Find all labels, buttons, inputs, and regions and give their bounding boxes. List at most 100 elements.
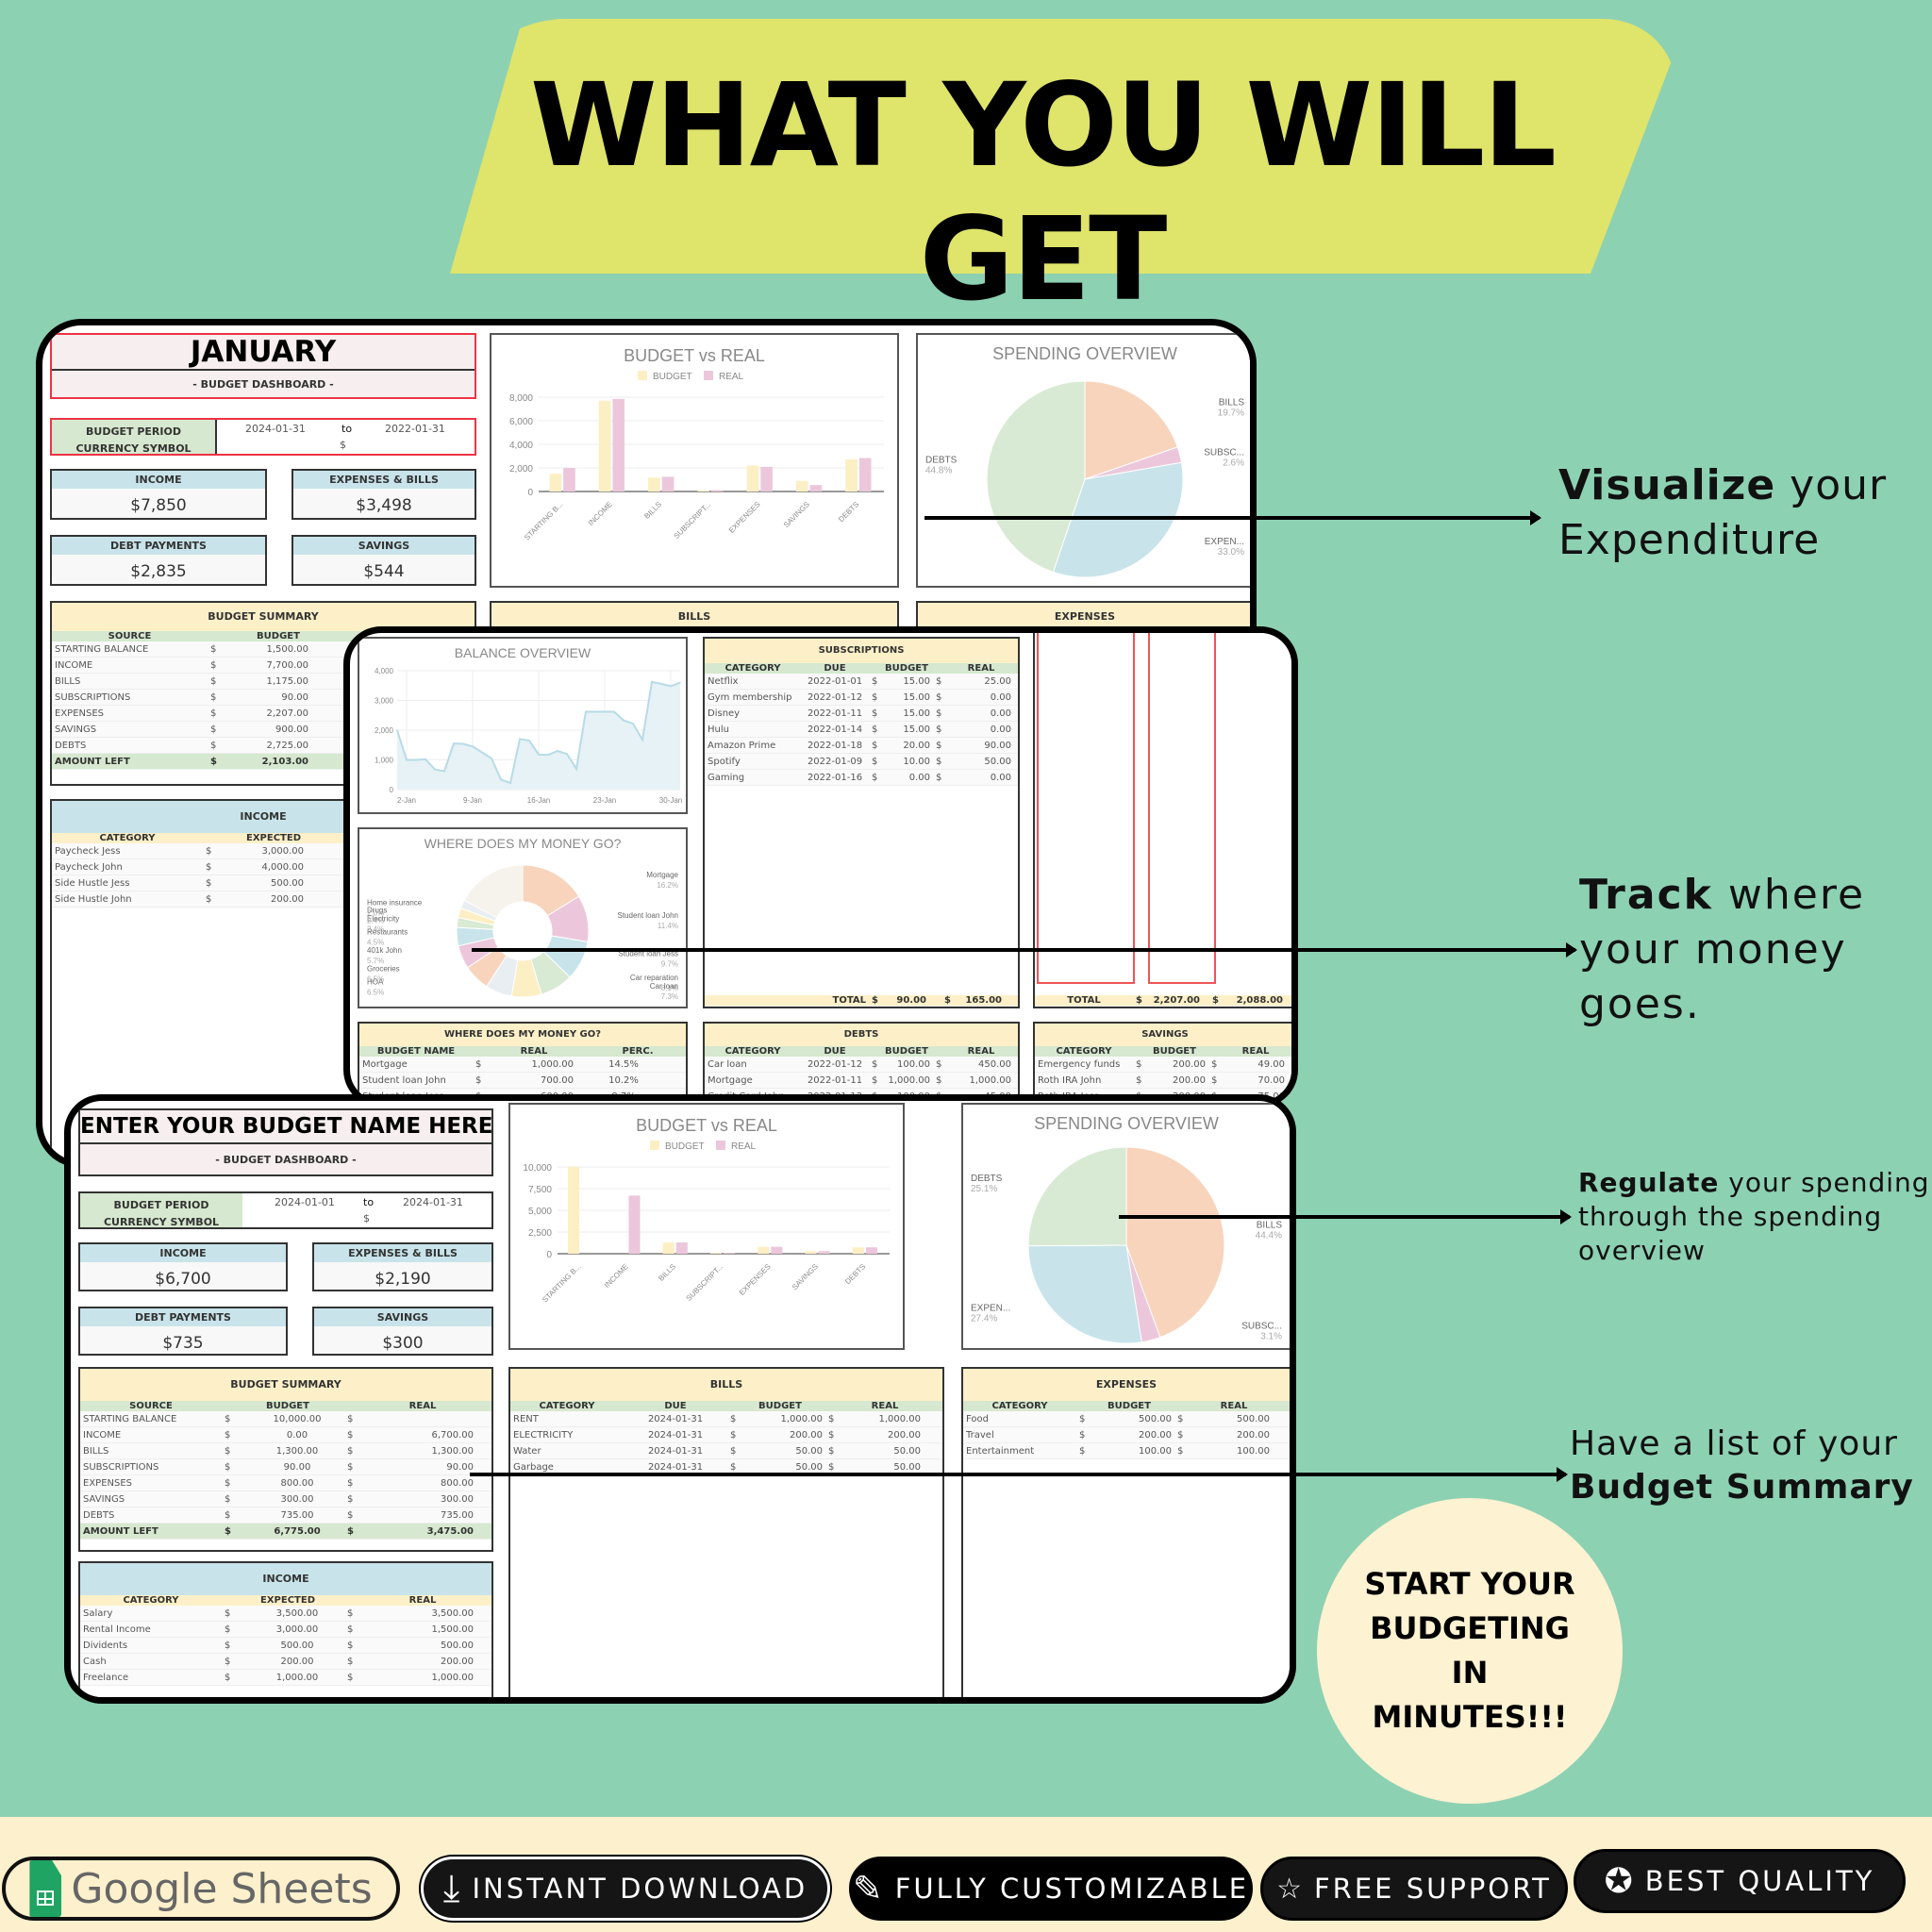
table-cell[interactable]: 200.00: [750, 1427, 825, 1442]
table-cell[interactable]: 200.00: [1197, 1427, 1273, 1442]
table-cell[interactable]: Amazon Prime: [705, 738, 801, 753]
table-cell[interactable]: $: [208, 722, 226, 737]
table-cell[interactable]: BILLS: [80, 1443, 222, 1458]
dashboard-name[interactable]: ENTER YOUR BUDGET NAME HERE: [80, 1110, 491, 1144]
table-cell[interactable]: EXPENSES: [52, 706, 208, 721]
table-cell[interactable]: 0.00: [961, 722, 1014, 737]
table-cell[interactable]: $: [869, 738, 882, 753]
table-cell[interactable]: $: [344, 1622, 373, 1637]
table-cell[interactable]: $: [344, 1475, 373, 1491]
table-cell[interactable]: 450.00: [961, 1057, 1014, 1072]
table-cell[interactable]: $: [727, 1427, 750, 1442]
period-end[interactable]: 2024-01-31: [403, 1196, 463, 1208]
table-cell[interactable]: 1,500.00: [373, 1622, 476, 1637]
table-cell[interactable]: $: [869, 770, 882, 785]
table-cell[interactable]: Side Hustle John: [52, 891, 203, 907]
table-cell[interactable]: 15.00: [882, 674, 933, 689]
table-cell[interactable]: 1,000.00: [750, 1411, 825, 1426]
table-cell[interactable]: $: [222, 1507, 250, 1523]
table-cell[interactable]: 1,000.00: [882, 1073, 933, 1088]
table-cell[interactable]: 100.00: [882, 1057, 933, 1072]
table-cell[interactable]: $: [203, 875, 222, 891]
table-cell[interactable]: 2022-01-01: [801, 674, 869, 689]
table-cell[interactable]: 2,207.00: [226, 706, 311, 721]
table-cell[interactable]: SUBSCRIPTIONS: [52, 690, 208, 705]
table-cell[interactable]: $: [933, 690, 961, 705]
table-cell[interactable]: $: [869, 690, 882, 705]
table-cell[interactable]: 2,725.00: [226, 738, 311, 753]
table-cell[interactable]: $: [344, 1670, 373, 1685]
table-cell[interactable]: $: [344, 1443, 373, 1458]
table-cell[interactable]: Emergency funds: [1035, 1057, 1133, 1072]
table-cell[interactable]: $: [1174, 1443, 1197, 1458]
table-cell[interactable]: 735.00: [373, 1507, 476, 1523]
table-cell[interactable]: Entertainment: [963, 1443, 1076, 1458]
table-cell[interactable]: 0.00: [882, 770, 933, 785]
currency-symbol[interactable]: $: [363, 1212, 370, 1224]
table-cell[interactable]: 200.00: [373, 1654, 476, 1669]
table-cell[interactable]: 500.00: [1099, 1411, 1174, 1426]
table-cell[interactable]: [373, 1411, 476, 1426]
table-cell[interactable]: Side Hustle Jess: [52, 875, 203, 891]
table-cell[interactable]: SAVINGS: [52, 722, 208, 737]
table-cell[interactable]: INCOME: [80, 1427, 222, 1442]
table-cell[interactable]: $: [727, 1443, 750, 1458]
table-cell[interactable]: $: [825, 1411, 848, 1426]
table-cell[interactable]: $: [1076, 1443, 1099, 1458]
table-cell[interactable]: $: [208, 738, 226, 753]
table-cell[interactable]: 10.2%: [576, 1073, 671, 1088]
table-cell[interactable]: $: [1133, 1073, 1148, 1088]
table-cell[interactable]: $: [1076, 1427, 1099, 1442]
table-cell[interactable]: $: [727, 1411, 750, 1426]
table-cell[interactable]: 200.00: [250, 1654, 344, 1669]
table-cell[interactable]: 15.00: [882, 706, 933, 721]
table-cell[interactable]: 800.00: [250, 1475, 344, 1491]
table-cell[interactable]: 0.00: [961, 770, 1014, 785]
table-cell[interactable]: 2022-01-12: [801, 1057, 869, 1072]
table-cell[interactable]: Rental Income: [80, 1622, 222, 1637]
table-cell[interactable]: DEBTS: [80, 1507, 222, 1523]
table-cell[interactable]: 10,000.00: [250, 1411, 344, 1426]
table-cell[interactable]: $: [869, 754, 882, 769]
table-cell[interactable]: $: [203, 891, 222, 907]
period-start[interactable]: 2024-01-31: [245, 423, 306, 435]
table-cell[interactable]: 4,000.00: [222, 859, 307, 874]
table-cell[interactable]: 3,500.00: [373, 1606, 476, 1621]
table-cell[interactable]: 2,103.00: [226, 754, 311, 769]
table-cell[interactable]: $: [208, 706, 226, 721]
table-cell[interactable]: 2022-01-12: [801, 690, 869, 705]
table-cell[interactable]: $: [1076, 1411, 1099, 1426]
table-cell[interactable]: $: [1133, 1057, 1148, 1072]
table-cell[interactable]: 50.00: [961, 754, 1014, 769]
table-cell[interactable]: 2022-01-11: [801, 1073, 869, 1088]
table-cell[interactable]: $: [208, 658, 226, 673]
table-cell[interactable]: $: [222, 1475, 250, 1491]
table-cell[interactable]: $: [344, 1507, 373, 1523]
table-cell[interactable]: Spotify: [705, 754, 801, 769]
table-cell[interactable]: 1,500.00: [226, 641, 311, 657]
table-cell[interactable]: 0.00: [961, 706, 1014, 721]
table-cell[interactable]: $: [933, 754, 961, 769]
table-cell[interactable]: $: [344, 1606, 373, 1621]
table-cell[interactable]: 1,175.00: [226, 674, 311, 689]
table-cell[interactable]: 6,700.00: [373, 1427, 476, 1442]
table-cell[interactable]: 200.00: [1099, 1427, 1174, 1442]
table-cell[interactable]: $: [222, 1459, 250, 1474]
table-cell[interactable]: $: [222, 1427, 250, 1442]
table-cell[interactable]: AMOUNT LEFT: [80, 1524, 222, 1539]
table-cell[interactable]: 7,700.00: [226, 658, 311, 673]
table-cell[interactable]: $: [1174, 1427, 1197, 1442]
table-cell[interactable]: 1,000.00: [373, 1670, 476, 1685]
table-cell[interactable]: $: [933, 674, 961, 689]
table-cell[interactable]: Food: [963, 1411, 1076, 1426]
table-cell[interactable]: 3,475.00: [373, 1524, 476, 1539]
table-cell[interactable]: $: [222, 1491, 250, 1507]
period-end[interactable]: 2022-01-31: [385, 423, 445, 435]
table-cell[interactable]: $: [933, 706, 961, 721]
table-cell[interactable]: $: [825, 1427, 848, 1442]
table-cell[interactable]: Paycheck John: [52, 859, 203, 874]
table-cell[interactable]: Roth IRA John: [1035, 1073, 1133, 1088]
table-cell[interactable]: 90.00: [961, 738, 1014, 753]
table-cell[interactable]: 90.00: [226, 690, 311, 705]
table-cell[interactable]: EXPENSES: [80, 1475, 222, 1491]
